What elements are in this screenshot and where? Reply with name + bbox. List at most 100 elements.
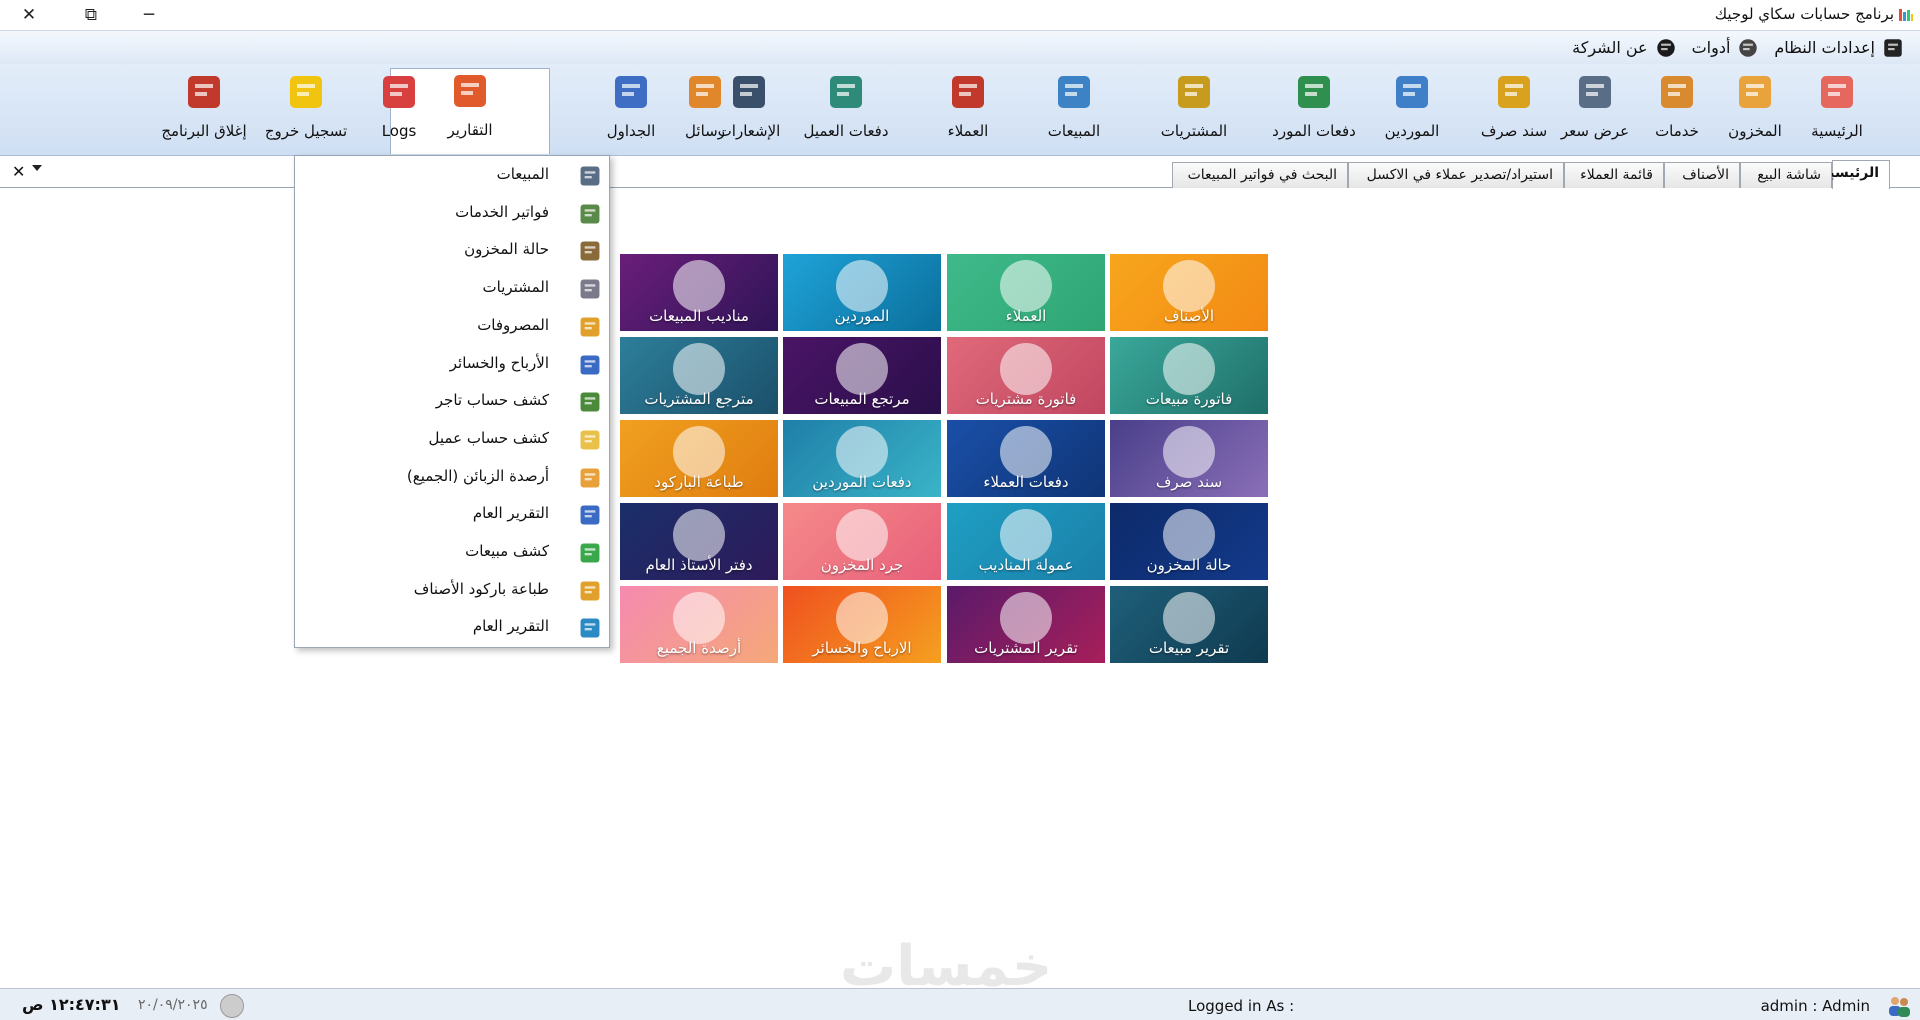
toolbar-button-tables[interactable]: الجداول — [598, 70, 664, 152]
toolbar-button-home[interactable]: الرئيسية — [1798, 70, 1876, 152]
reports-menu-item-label: المصروفات — [477, 315, 549, 334]
tab-5[interactable]: البحث في فواتير المبيعات — [1172, 162, 1348, 188]
toolbar-button-customer-payments[interactable]: دفعات العميل — [786, 70, 906, 152]
reports-menu-item[interactable]: كشف حساب عميل — [295, 420, 609, 458]
toolbar-button-exit[interactable]: إغلاق البرنامج — [152, 70, 256, 152]
tile-label: الارباح والخسائر — [812, 639, 912, 657]
dashboard-tile[interactable]: فاتورة مشتريات — [947, 337, 1105, 414]
reports-menu-item[interactable]: أرصدة الزبائن (الجميع) — [295, 458, 609, 496]
dashboard-tile[interactable]: الأصناف — [1110, 254, 1268, 331]
dashboard-tile[interactable]: سند صرف — [1110, 420, 1268, 497]
reports-menu-item[interactable]: المبيعات — [295, 156, 609, 194]
dashboard-tile[interactable]: دفتر الأستاذ العام — [620, 503, 778, 580]
dashboard-tile[interactable]: الموردين — [783, 254, 941, 331]
info-icon — [1654, 36, 1678, 60]
profit-loss-icon — [577, 352, 603, 378]
dashboard-tile[interactable]: تقرير مبيعات — [1110, 586, 1268, 663]
menu-item-0[interactable]: إعدادات النظام — [1767, 36, 1912, 60]
menu-item-label: إعدادات النظام — [1774, 38, 1875, 57]
wallet-icon — [1881, 36, 1905, 60]
reports-menu-item[interactable]: كشف مبيعات — [295, 533, 609, 571]
tile-illustration-icon — [1000, 426, 1052, 478]
sms-icon — [683, 70, 727, 114]
tile-illustration-icon — [836, 509, 888, 561]
reports-menu-item-label: المبيعات — [496, 165, 549, 183]
tile-label: مرتجع المبيعات — [814, 390, 910, 408]
window-minimize-button[interactable]: ─ — [120, 0, 178, 30]
reports-menu-item[interactable]: الأرباح والخسائر — [295, 345, 609, 383]
reports-menu-item[interactable]: حالة المخزون — [295, 231, 609, 269]
reports-menu-item[interactable]: فواتير الخدمات — [295, 194, 609, 232]
close-tab-icon[interactable]: ✕ — [12, 162, 25, 181]
toolbar-button-sales[interactable]: المبيعات — [1022, 70, 1126, 152]
toolbar-button-purchases[interactable]: المشتريات — [1140, 70, 1248, 152]
tab-1[interactable]: شاشة البيع — [1740, 162, 1832, 188]
reports-icon — [448, 69, 492, 113]
window-restore-button[interactable]: ⧉ — [62, 0, 120, 30]
reports-menu-item-label: التقرير العام — [472, 617, 549, 636]
dashboard-tile[interactable]: مترجع المشتريات — [620, 337, 778, 414]
toolbar-button-services[interactable]: خدمات — [1642, 70, 1712, 152]
tab-0[interactable]: الرئيسية — [1821, 160, 1890, 189]
toolbar-button-lock[interactable]: تسجيل خروج — [258, 70, 354, 152]
dashboard-tile[interactable]: العملاء — [947, 254, 1105, 331]
reports-menu-item-label: فواتير الخدمات — [455, 202, 549, 221]
reports-menu-item[interactable]: التقرير العام — [295, 495, 609, 533]
menu-item-2[interactable]: عن الشركة — [1565, 36, 1684, 60]
window-close-button[interactable]: ✕ — [0, 0, 58, 30]
stock-status-icon — [577, 238, 603, 264]
tab-3[interactable]: قائمة العملاء — [1564, 162, 1664, 188]
tile-label: جرد المخزون — [820, 556, 904, 574]
reports-menu-item[interactable]: طباعة باركود الأصناف — [295, 571, 609, 609]
dashboard-tile[interactable]: حالة المخزون — [1110, 503, 1268, 580]
notifications-icon — [727, 70, 771, 114]
status-date: ٢٠/٠٩/٢٠٢٥ — [138, 997, 208, 1013]
purchases-icon — [1172, 70, 1216, 114]
toolbar-button-quote[interactable]: عرض سعر — [1556, 70, 1634, 152]
tab-4[interactable]: استيراد/تصدير عملاء في الاكسل — [1348, 162, 1564, 188]
dashboard-tile[interactable]: أرصدة الجميع — [620, 586, 778, 663]
toolbar-button-sms[interactable]: رسائل — [678, 70, 732, 152]
dashboard-tile[interactable]: طباعة الباركود — [620, 420, 778, 497]
toolbar-button-supplier-payments[interactable]: دفعات المورد — [1266, 70, 1362, 152]
clock-icon — [220, 994, 244, 1018]
tab-2[interactable]: الأصناف — [1664, 162, 1740, 188]
toolbar-button-voucher[interactable]: سند صرف — [1476, 70, 1552, 152]
dashboard-tile[interactable]: مناديب المبيعات — [620, 254, 778, 331]
dashboard-tile[interactable]: تقرير المشتريات — [947, 586, 1105, 663]
dashboard-tile[interactable]: جرد المخزون — [783, 503, 941, 580]
cart-icon — [577, 163, 603, 189]
dashboard-tile[interactable]: مرتجع المبيعات — [783, 337, 941, 414]
tile-illustration-icon — [1163, 592, 1215, 644]
toolbar-button-logs[interactable]: Logs — [370, 70, 428, 152]
tab-list-dropdown-icon[interactable] — [32, 165, 42, 171]
dashboard-tile[interactable]: دفعات الموردين — [783, 420, 941, 497]
toolbar-button-label: سند صرف — [1480, 122, 1548, 140]
tile-label: دفعات العملاء — [983, 473, 1069, 491]
reports-menu-item[interactable]: كشف حساب تاجر — [295, 382, 609, 420]
tile-illustration-icon — [1163, 343, 1215, 395]
gear-icon — [1736, 36, 1760, 60]
tile-illustration-icon — [836, 426, 888, 478]
dashboard-tile[interactable]: فاتورة مبيعات — [1110, 337, 1268, 414]
menu-item-1[interactable]: أدوات — [1685, 36, 1768, 60]
toolbar-button-label: الموردين — [1384, 122, 1440, 140]
dashboard-tile[interactable]: الارباح والخسائر — [783, 586, 941, 663]
tile-label: دفعات الموردين — [812, 473, 912, 491]
reports-menu-item[interactable]: التقرير العام — [295, 608, 609, 646]
lock-icon — [284, 70, 328, 114]
reports-menu-item[interactable]: المصروفات — [295, 307, 609, 345]
reports-menu-item[interactable]: المشتريات — [295, 269, 609, 307]
dashboard-tile[interactable]: عمولة المناديب — [947, 503, 1105, 580]
toolbar-button-customers[interactable]: العملاء — [928, 70, 1008, 152]
tile-label: الأصناف — [1163, 307, 1215, 325]
dashboard-tile[interactable]: دفعات العملاء — [947, 420, 1105, 497]
toolbar-button-suppliers[interactable]: الموردين — [1368, 70, 1456, 152]
barcode-icon — [577, 578, 603, 604]
tile-label: طباعة الباركود — [654, 473, 744, 491]
ribbon-toolbar: الرئيسية المخزون خدمات عرض سعر سند صرف المورد… — [0, 64, 1920, 156]
toolbar-button-inventory[interactable]: المخزون — [1720, 70, 1790, 152]
menu-bar: إعدادات النظام أدوات عن الشركة — [0, 30, 1920, 64]
voucher-icon — [1492, 70, 1536, 114]
tile-label: عمولة المناديب — [978, 556, 1074, 574]
